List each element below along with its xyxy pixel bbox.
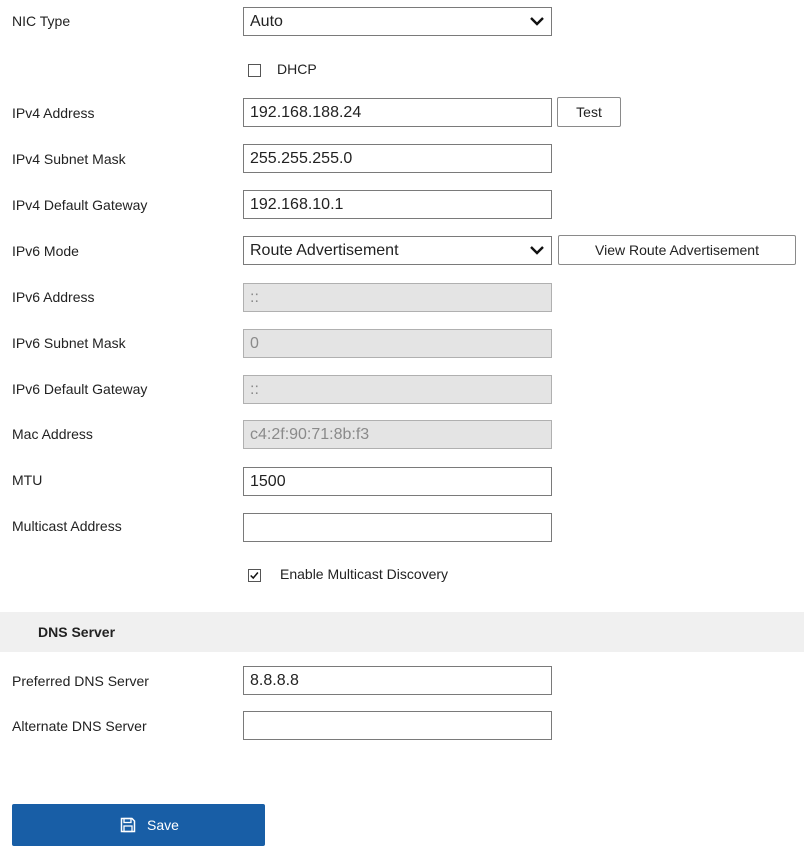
save-button[interactable]: Save [12,804,265,846]
nic-type-value: Auto [250,13,283,30]
multicast-address-input[interactable] [243,513,552,542]
ipv6-gateway-label: IPv6 Default Gateway [12,381,148,397]
multicast-discovery-label: Enable Multicast Discovery [280,566,449,582]
chevron-down-icon [530,17,544,26]
mac-address-label: Mac Address [12,426,93,442]
multicast-discovery-checkbox[interactable] [248,569,261,582]
ipv4-gateway-label: IPv4 Default Gateway [12,197,148,213]
test-button[interactable]: Test [557,97,621,127]
ipv6-mode-label: IPv6 Mode [12,243,79,259]
save-label: Save [147,817,179,833]
ipv6-mode-value: Route Advertisement [250,242,399,259]
ipv4-subnet-label: IPv4 Subnet Mask [12,151,126,167]
ipv6-subnet-input [243,329,552,358]
ipv4-gateway-input[interactable] [243,190,552,219]
ipv6-address-label: IPv6 Address [12,289,95,305]
chevron-down-icon [530,246,544,255]
preferred-dns-input[interactable] [243,666,552,695]
dhcp-label: DHCP [277,61,317,77]
nic-type-select[interactable]: Auto [243,7,552,36]
save-icon [120,817,136,833]
checkmark-icon [250,572,259,580]
ipv6-mode-select[interactable]: Route Advertisement [243,236,552,265]
dhcp-checkbox[interactable] [248,64,261,77]
ipv6-address-input [243,283,552,312]
ipv4-subnet-input[interactable] [243,144,552,173]
mtu-label: MTU [12,472,43,488]
alternate-dns-label: Alternate DNS Server [12,718,147,734]
view-route-advertisement-button[interactable]: View Route Advertisement [558,235,796,265]
dns-section-title: DNS Server [38,624,116,640]
ipv6-subnet-label: IPv6 Subnet Mask [12,335,126,351]
preferred-dns-label: Preferred DNS Server [12,673,149,689]
mac-address-input [243,420,552,449]
ipv4-address-label: IPv4 Address [12,105,95,121]
ipv6-gateway-input [243,375,552,404]
dns-section-header: DNS Server [0,612,804,652]
ipv4-address-input[interactable] [243,98,552,127]
mtu-input[interactable] [243,467,552,496]
alternate-dns-input[interactable] [243,711,552,740]
multicast-address-label: Multicast Address [12,518,122,534]
nic-type-label: NIC Type [12,13,71,29]
